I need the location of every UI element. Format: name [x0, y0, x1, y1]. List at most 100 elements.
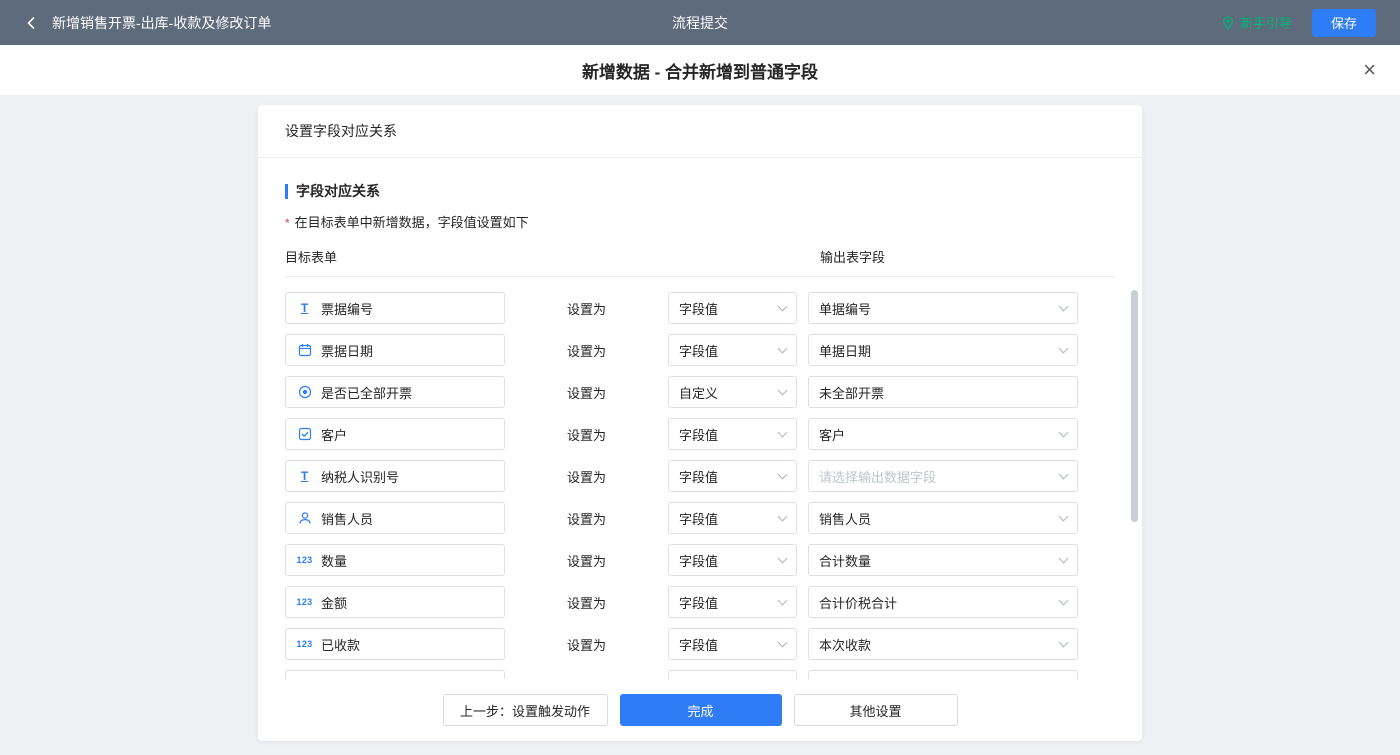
- topbar: 新增销售开票-出库-收款及修改订单 流程提交 新手引导 保存: [0, 0, 1400, 45]
- chevron-down-icon: [777, 427, 788, 437]
- output-select-value: 合计数量: [819, 553, 872, 569]
- mode-select-value: 字段值: [679, 511, 719, 527]
- number-field-icon: 123: [296, 555, 313, 565]
- target-field-box: 票据日期: [285, 334, 505, 366]
- target-field-label: 票据编号: [321, 301, 374, 317]
- table-row: T 票据编号 设置为 字段值 单据编号: [285, 292, 1115, 324]
- table-row: 销售人员 设置为 字段值 销售人员: [285, 502, 1115, 534]
- output-select[interactable]: 销售人员: [808, 502, 1078, 534]
- output-select[interactable]: 单据编号: [808, 292, 1078, 324]
- output-select[interactable]: 合计价税合计: [808, 586, 1078, 618]
- output-select-value: 客户: [819, 427, 846, 443]
- finish-button[interactable]: 完成: [619, 694, 782, 726]
- beginner-guide-link[interactable]: 新手引导: [1221, 13, 1292, 32]
- target-field-label: 票据日期: [321, 343, 374, 359]
- target-field-label: 已收款: [321, 637, 361, 653]
- set-as-label: 设置为: [566, 301, 606, 317]
- chevron-down-icon: [1058, 553, 1069, 563]
- output-select-value: 单据日期: [819, 343, 872, 359]
- date-field-icon: [297, 343, 312, 357]
- text-field-icon: T: [300, 469, 309, 483]
- target-field-box: 销售人员: [285, 502, 505, 534]
- output-select-value: 销售人员: [819, 511, 872, 527]
- target-field-label: 数量: [321, 553, 348, 569]
- chevron-down-icon: [777, 385, 788, 395]
- set-as-label: 设置为: [566, 427, 606, 443]
- output-value-input[interactable]: 未全部开票: [808, 376, 1078, 408]
- mode-select[interactable]: 字段值: [668, 418, 797, 450]
- chevron-down-icon: [1058, 427, 1069, 437]
- mode-select[interactable]: 字段值: [668, 502, 797, 534]
- divider: [285, 276, 1115, 277]
- mode-select[interactable]: 字段值: [668, 292, 797, 324]
- vertical-scrollbar[interactable]: [1131, 290, 1138, 680]
- output-select[interactable]: 客户: [808, 418, 1078, 450]
- output-select[interactable]: 本次收款: [808, 628, 1078, 660]
- column-target-form: 目标表单: [285, 250, 338, 265]
- set-as-label: 设置为: [566, 595, 606, 611]
- set-as-label: 设置为: [566, 553, 606, 569]
- target-field-box: T 纳税人识别号: [285, 460, 505, 492]
- mode-select-value: 字段值: [679, 553, 719, 569]
- target-field-label: 客户: [321, 427, 348, 443]
- chevron-down-icon: [777, 511, 788, 521]
- chevron-down-icon: [1058, 343, 1069, 353]
- chevron-down-icon: [1058, 469, 1069, 479]
- required-asterisk: *: [285, 216, 290, 230]
- table-row: 票据日期 设置为 字段值 单据日期: [285, 334, 1115, 366]
- mode-select-value: 自定义: [679, 385, 719, 401]
- mode-select[interactable]: 字段值: [668, 544, 797, 576]
- chevron-down-icon: [777, 595, 788, 605]
- output-select[interactable]: 请选择输出数据字段: [808, 460, 1078, 492]
- set-as-label: 设置为: [566, 343, 606, 359]
- chevron-down-icon: [777, 301, 788, 311]
- back-button[interactable]: [24, 15, 40, 31]
- target-field-box: 客户: [285, 418, 505, 450]
- mode-select[interactable]: 自定义: [668, 376, 797, 408]
- output-select[interactable]: 合计数量: [808, 544, 1078, 576]
- output-select-value: 单据编号: [819, 301, 872, 317]
- mode-select-value: 字段值: [679, 301, 719, 317]
- chevron-down-icon: [777, 637, 788, 647]
- table-row: 客户 设置为 字段值 客户: [285, 418, 1115, 450]
- mode-select[interactable]: 字段值: [668, 628, 797, 660]
- previous-step-button[interactable]: 上一步：设置触发动作: [442, 694, 608, 726]
- mapping-rows: T 票据编号 设置为 字段值 单据编号 票据日期 设置为 字段值 单据日期 是否…: [285, 292, 1115, 682]
- user-field-icon: [297, 511, 312, 525]
- section-title: 字段对应关系: [285, 184, 1115, 199]
- hint-label: 在目标表单中新增数据，字段值设置如下: [294, 215, 529, 230]
- target-field-box: 123 已收款: [285, 628, 505, 660]
- table-row: 123 已收款 设置为 字段值 本次收款: [285, 628, 1115, 660]
- output-input-value: 未全部开票: [819, 385, 885, 401]
- mode-select[interactable]: 字段值: [668, 334, 797, 366]
- map-pin-icon: [1223, 15, 1233, 30]
- column-output-fields: 输出表字段: [820, 250, 886, 265]
- table-row: 123 数量 设置为 字段值 合计数量: [285, 544, 1115, 576]
- target-field-box: 是否已全部开票: [285, 376, 505, 408]
- mode-select-value: 字段值: [679, 469, 719, 485]
- workflow-title: 新增销售开票-出库-收款及修改订单: [52, 14, 272, 31]
- output-select-value: 合计价税合计: [819, 595, 898, 611]
- close-icon[interactable]: ×: [1363, 59, 1376, 81]
- field-mapping-panel: 设置字段对应关系 字段对应关系 * 在目标表单中新增数据，字段值设置如下 目标表单…: [258, 105, 1142, 741]
- panel-footer: 上一步：设置触发动作 完成 其他设置: [258, 679, 1142, 741]
- set-as-label: 设置为: [566, 511, 606, 527]
- select-field-icon: [297, 427, 312, 441]
- chevron-left-icon: [27, 16, 35, 29]
- mode-select[interactable]: 字段值: [668, 460, 797, 492]
- chevron-down-icon: [1058, 637, 1069, 647]
- save-button[interactable]: 保存: [1311, 8, 1376, 37]
- other-settings-button[interactable]: 其他设置: [793, 694, 958, 726]
- column-headers: 目标表单 输出表字段: [285, 247, 1115, 269]
- mode-select[interactable]: 字段值: [668, 586, 797, 618]
- output-select-placeholder: 请选择输出数据字段: [819, 469, 937, 485]
- chevron-down-icon: [1058, 301, 1069, 311]
- chevron-down-icon: [1058, 595, 1069, 605]
- table-row: 是否已全部开票 设置为 自定义 未全部开票: [285, 376, 1115, 408]
- scrollbar-thumb[interactable]: [1131, 290, 1138, 522]
- chevron-down-icon: [777, 553, 788, 563]
- number-field-icon: 123: [296, 597, 313, 607]
- target-field-box: 123 金额: [285, 586, 505, 618]
- output-select[interactable]: 单据日期: [808, 334, 1078, 366]
- target-field-box: 123 数量: [285, 544, 505, 576]
